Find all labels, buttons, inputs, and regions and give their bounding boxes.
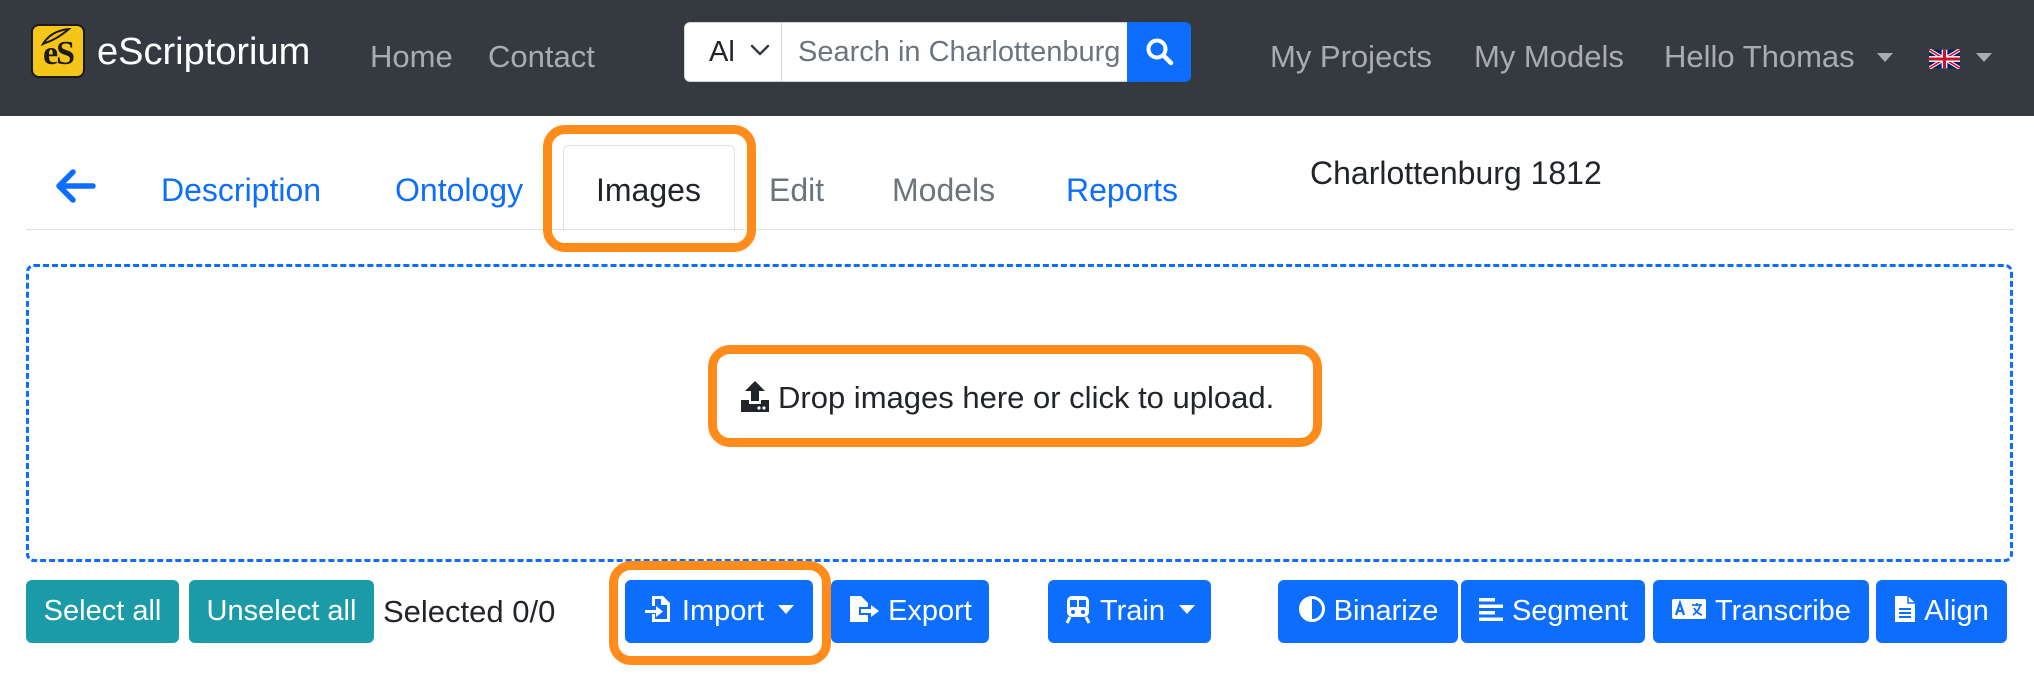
- select-all-button[interactable]: Select all: [26, 580, 179, 643]
- nav-home[interactable]: Home: [370, 37, 453, 77]
- tab-reports[interactable]: Reports: [1066, 170, 1178, 210]
- search-icon: [1146, 38, 1174, 66]
- caret-down-icon: [1877, 53, 1894, 62]
- document-title: Charlottenburg 1812: [1310, 155, 1602, 191]
- caret-down-icon: [778, 604, 795, 614]
- search-scope-select[interactable]: Al: [684, 22, 782, 82]
- import-dropdown-button[interactable]: Import: [625, 580, 813, 643]
- nav-my-models[interactable]: My Models: [1474, 37, 1624, 77]
- quill-icon: [41, 28, 71, 46]
- binarize-label: Binarize: [1333, 595, 1439, 627]
- search-scope-value: Al: [709, 36, 735, 68]
- train-icon: [1065, 596, 1091, 625]
- train-dropdown-button[interactable]: Train: [1048, 580, 1211, 643]
- user-greeting: Hello Thomas: [1664, 39, 1855, 74]
- upload-icon: [741, 381, 769, 412]
- contrast-icon: [1298, 596, 1325, 623]
- selected-count: Selected 0/0: [383, 594, 556, 629]
- segment-button[interactable]: Segment: [1461, 580, 1645, 643]
- import-label: Import: [681, 595, 765, 627]
- file-import-icon: [644, 596, 670, 623]
- train-label: Train: [1100, 595, 1165, 627]
- export-button[interactable]: Export: [831, 580, 989, 643]
- align-label: Align: [1924, 595, 1989, 627]
- search-input[interactable]: [782, 22, 1128, 82]
- align-left-icon: [1478, 598, 1503, 622]
- tab-images[interactable]: Images: [596, 170, 701, 210]
- dropzone-text[interactable]: Drop images here or click to upload.: [778, 378, 1274, 418]
- nav-contact[interactable]: Contact: [488, 37, 595, 77]
- file-export-icon: [850, 596, 880, 623]
- transcribe-button[interactable]: Transcribe: [1653, 580, 1869, 643]
- binarize-button[interactable]: Binarize: [1278, 580, 1458, 643]
- chevron-down-icon: [750, 44, 770, 56]
- language-icon: [1672, 599, 1707, 620]
- tab-edit[interactable]: Edit: [769, 170, 824, 210]
- language-menu[interactable]: [1929, 37, 1999, 77]
- brand-logo[interactable]: eS: [31, 24, 85, 78]
- caret-down-icon: [1976, 53, 1992, 62]
- align-button[interactable]: Align: [1876, 580, 2007, 643]
- export-label: Export: [888, 595, 972, 627]
- transcribe-label: Transcribe: [1715, 595, 1851, 627]
- file-text-icon: [1895, 596, 1916, 623]
- caret-down-icon: [1179, 604, 1195, 614]
- back-arrow-icon[interactable]: [53, 168, 97, 204]
- tab-models[interactable]: Models: [892, 170, 995, 210]
- segment-label: Segment: [1511, 595, 1629, 627]
- tab-description[interactable]: Description: [161, 170, 321, 210]
- brand-name[interactable]: eScriptorium: [97, 28, 310, 76]
- user-menu[interactable]: Hello Thomas: [1664, 37, 1894, 77]
- tab-ontology[interactable]: Ontology: [395, 170, 523, 210]
- tabs-divider: [26, 229, 2014, 230]
- search-button[interactable]: [1127, 22, 1191, 82]
- nav-my-projects[interactable]: My Projects: [1270, 37, 1432, 77]
- uk-flag-icon: [1929, 49, 1960, 69]
- unselect-all-button[interactable]: Unselect all: [189, 580, 374, 643]
